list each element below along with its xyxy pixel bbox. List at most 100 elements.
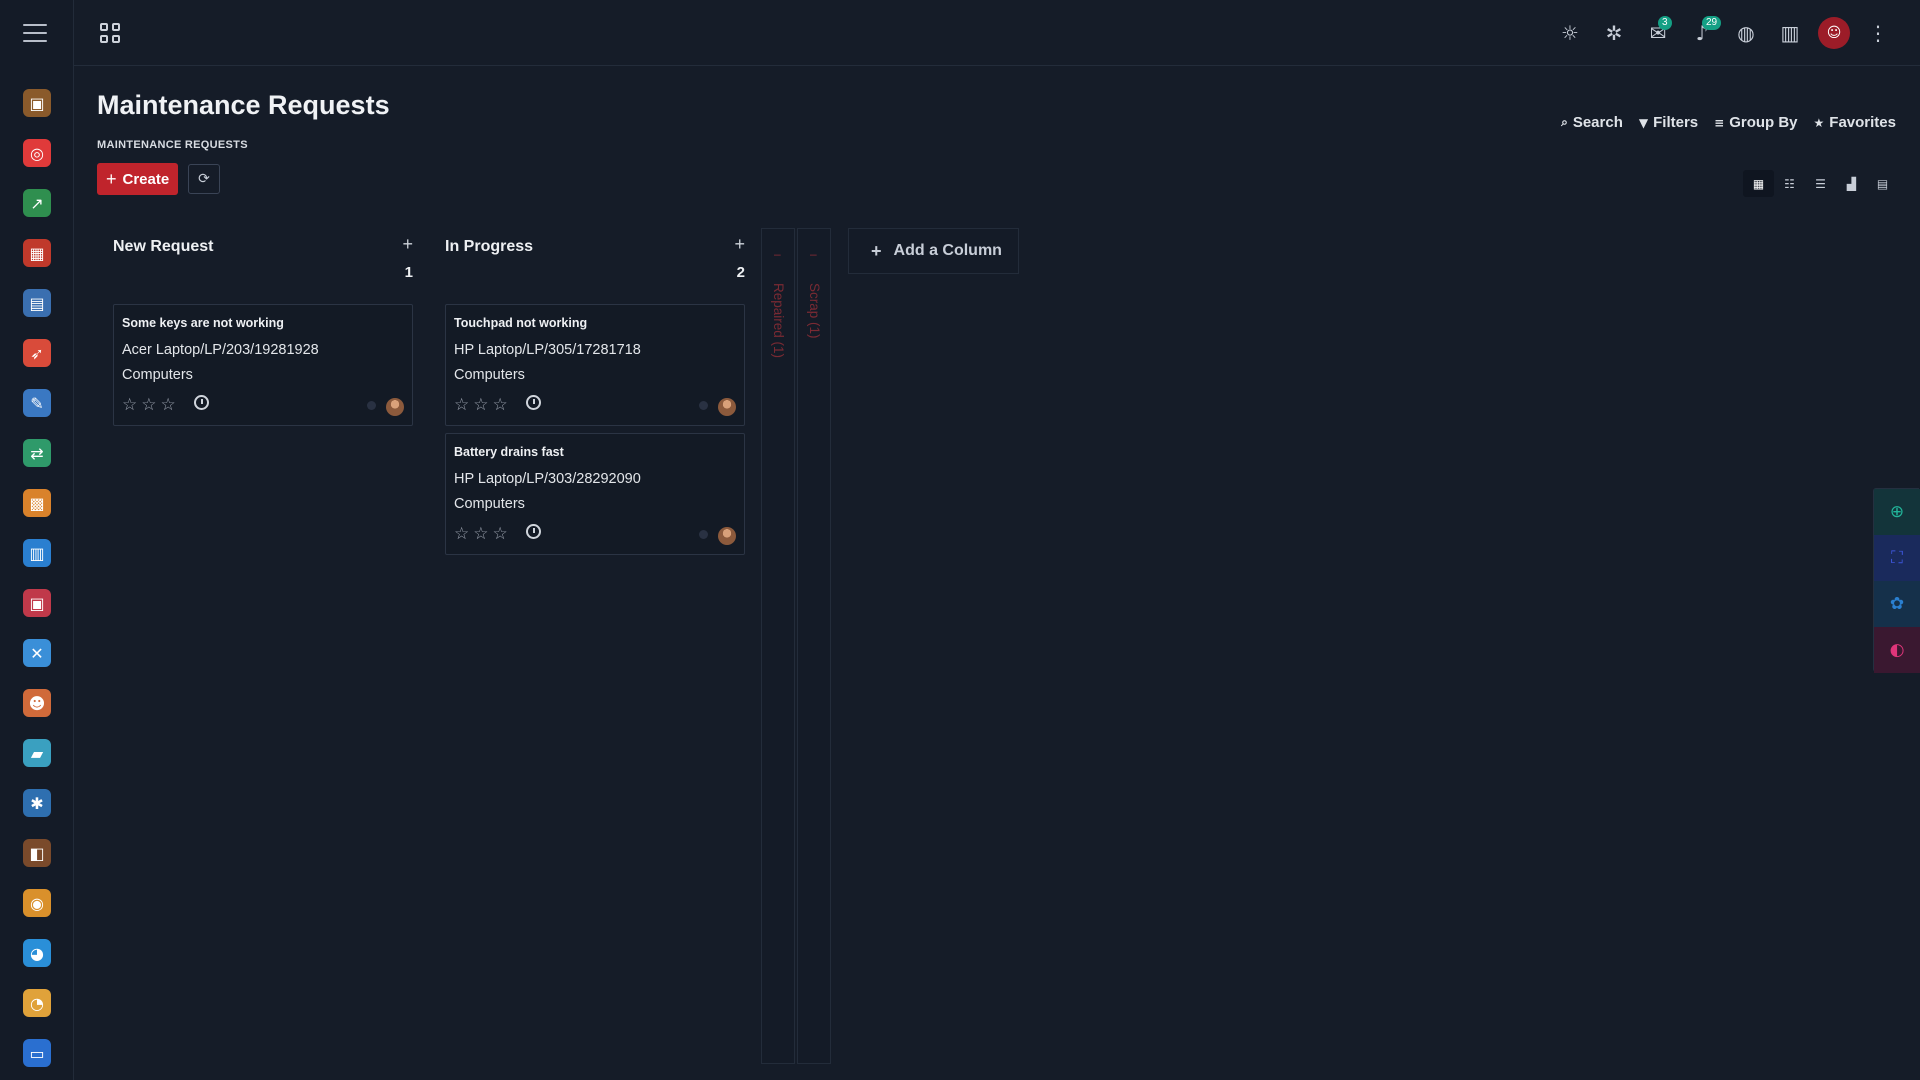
sidebar-app-item[interactable]: ◔: [0, 978, 74, 1028]
sidebar-app-item[interactable]: ▩: [0, 478, 74, 528]
folded-column-scrap[interactable]: – Scrap (1): [797, 228, 831, 1064]
wallet-icon: ◧: [23, 839, 51, 867]
activity-clock-icon[interactable]: [194, 395, 209, 410]
status-dot[interactable]: [699, 530, 708, 539]
debug-icon[interactable]: ✲: [1592, 14, 1636, 52]
create-button[interactable]: + Create: [97, 163, 179, 195]
calendar-view-icon[interactable]: ▤: [1867, 170, 1898, 197]
user-avatar: ☺: [1818, 17, 1850, 49]
star-icon[interactable]: ☆: [454, 395, 469, 415]
add-column-button[interactable]: + Add a Column: [848, 228, 1019, 274]
priority-stars[interactable]: ☆ ☆ ☆: [454, 524, 508, 544]
folded-column-label: Scrap (1): [807, 283, 822, 339]
app-sidebar: ▣ ◎ ↗ ▦ ▤ ➶ ✎ ⇄ ▩ ▥ ▣ ✕ ☻ ▰ ✱ ◧ ◉ ◕ ◔ ▭: [0, 0, 74, 1080]
star-icon[interactable]: ☆: [473, 524, 488, 544]
plus-icon: +: [871, 240, 882, 261]
company-switcher-icon[interactable]: ▥: [1768, 14, 1812, 52]
activity-clock-icon[interactable]: [526, 524, 541, 539]
store-icon: ▦: [23, 239, 51, 267]
sidebar-app-item[interactable]: ✱: [0, 778, 74, 828]
column-header: In Progress + 2: [429, 228, 745, 292]
growth-chart-icon: ↗: [23, 189, 51, 217]
graph-view-icon[interactable]: ▟: [1836, 170, 1867, 197]
contacts-icon: ▣: [23, 89, 51, 117]
star-icon[interactable]: ☆: [493, 524, 508, 544]
notification-bell-icon[interactable]: ♪ 29: [1680, 14, 1724, 52]
sidebar-app-item[interactable]: ▭: [0, 1028, 74, 1078]
sidebar-app-item[interactable]: ▤: [0, 278, 74, 328]
star-icon[interactable]: ☆: [473, 395, 488, 415]
star-icon[interactable]: ☆: [454, 524, 469, 544]
refresh-button[interactable]: ⟳: [188, 164, 220, 194]
star-icon[interactable]: ☆: [493, 395, 508, 415]
favorites-button[interactable]: ★ Favorites: [1814, 114, 1896, 131]
control-panel: ⌕ Search ▼ Filters ≡ Group By ★ Favorites: [1561, 114, 1896, 131]
list-kanban-view-icon[interactable]: ☷: [1774, 170, 1805, 197]
card-category: Computers: [454, 367, 525, 383]
page-title: Maintenance Requests: [97, 90, 390, 120]
sidebar-app-item[interactable]: ▦: [0, 228, 74, 278]
factory-icon: ▥: [23, 539, 51, 567]
apps-menu-icon[interactable]: [100, 23, 120, 43]
group-by-button[interactable]: ≡ Group By: [1714, 114, 1797, 131]
app-icon-list: ▣ ◎ ↗ ▦ ▤ ➶ ✎ ⇄ ▩ ▥ ▣ ✕ ☻ ▰ ✱ ◧ ◉ ◕ ◔ ▭: [0, 78, 74, 1078]
dashboard-icon: ◔: [23, 989, 51, 1017]
theme-toggle-icon[interactable]: ☼: [1548, 14, 1592, 52]
column-title[interactable]: New Request: [113, 238, 213, 256]
status-dot[interactable]: [367, 401, 376, 410]
quick-create-icon[interactable]: +: [402, 234, 413, 255]
user-menu[interactable]: ☺: [1812, 14, 1856, 52]
breadcrumb[interactable]: MAINTENANCE REQUESTS: [97, 139, 248, 151]
sidebar-app-item[interactable]: ◉: [0, 878, 74, 928]
card-equipment: HP Laptop/LP/305/17281718: [454, 342, 641, 358]
sidebar-app-item[interactable]: ⇄: [0, 428, 74, 478]
column-header: New Request + 1: [97, 228, 413, 292]
kanban-card[interactable]: Battery drains fast HP Laptop/LP/303/282…: [445, 433, 745, 555]
menu-toggle-icon[interactable]: [23, 24, 47, 42]
lunch-icon: ◉: [23, 889, 51, 917]
sidebar-app-item[interactable]: ➶: [0, 328, 74, 378]
payment-icon: ⇄: [23, 439, 51, 467]
sidebar-app-item[interactable]: ▣: [0, 578, 74, 628]
activity-clock-icon[interactable]: [526, 395, 541, 410]
fullscreen-icon[interactable]: ⛶: [1874, 535, 1920, 581]
zoom-in-icon[interactable]: ⊕: [1874, 489, 1920, 535]
star-icon[interactable]: ☆: [141, 395, 156, 415]
star-icon[interactable]: ☆: [122, 395, 137, 415]
star-icon[interactable]: ☆: [161, 395, 176, 415]
priority-stars[interactable]: ☆ ☆ ☆: [454, 395, 508, 415]
palette-icon[interactable]: ◐: [1874, 627, 1920, 673]
assignee-avatar: [718, 527, 736, 545]
view-switcher: ▦ ☷ ☰ ▟ ▤: [1743, 170, 1898, 197]
kanban-card[interactable]: Some keys are not working Acer Laptop/LP…: [113, 304, 413, 426]
column-title[interactable]: In Progress: [445, 238, 533, 256]
sidebar-app-item[interactable]: ◕: [0, 928, 74, 978]
card-title: Touchpad not working: [454, 316, 588, 330]
search-icon: ⌕: [1561, 115, 1568, 129]
priority-stars[interactable]: ☆ ☆ ☆: [122, 395, 176, 415]
sidebar-app-item[interactable]: ◧: [0, 828, 74, 878]
status-dot[interactable]: [699, 401, 708, 410]
kanban-card[interactable]: Touchpad not working HP Laptop/LP/305/17…: [445, 304, 745, 426]
sidebar-app-item[interactable]: ✕: [0, 628, 74, 678]
kanban-view-icon[interactable]: ▦: [1743, 170, 1774, 197]
chat-icon[interactable]: ✉ 3: [1636, 14, 1680, 52]
sidebar-app-item[interactable]: ▰: [0, 728, 74, 778]
card-category: Computers: [122, 367, 193, 383]
sidebar-app-item[interactable]: ☻: [0, 678, 74, 728]
quick-create-icon[interactable]: +: [734, 234, 745, 255]
filters-label: Filters: [1653, 114, 1699, 131]
search-button[interactable]: ⌕ Search: [1561, 114, 1623, 131]
more-options-icon[interactable]: ⋮: [1856, 14, 1900, 52]
settings-gear-icon[interactable]: ✿: [1874, 581, 1920, 627]
language-globe-icon[interactable]: ◍: [1724, 14, 1768, 52]
sidebar-app-item[interactable]: ✎: [0, 378, 74, 428]
list-view-icon[interactable]: ☰: [1805, 170, 1836, 197]
folded-column-repaired[interactable]: – Repaired (1): [761, 228, 795, 1064]
discuss-icon: ◕: [23, 939, 51, 967]
sidebar-app-item[interactable]: ▣: [0, 78, 74, 128]
sidebar-app-item[interactable]: ▥: [0, 528, 74, 578]
filters-button[interactable]: ▼ Filters: [1639, 114, 1698, 131]
sidebar-app-item[interactable]: ↗: [0, 178, 74, 228]
sidebar-app-item[interactable]: ◎: [0, 128, 74, 178]
